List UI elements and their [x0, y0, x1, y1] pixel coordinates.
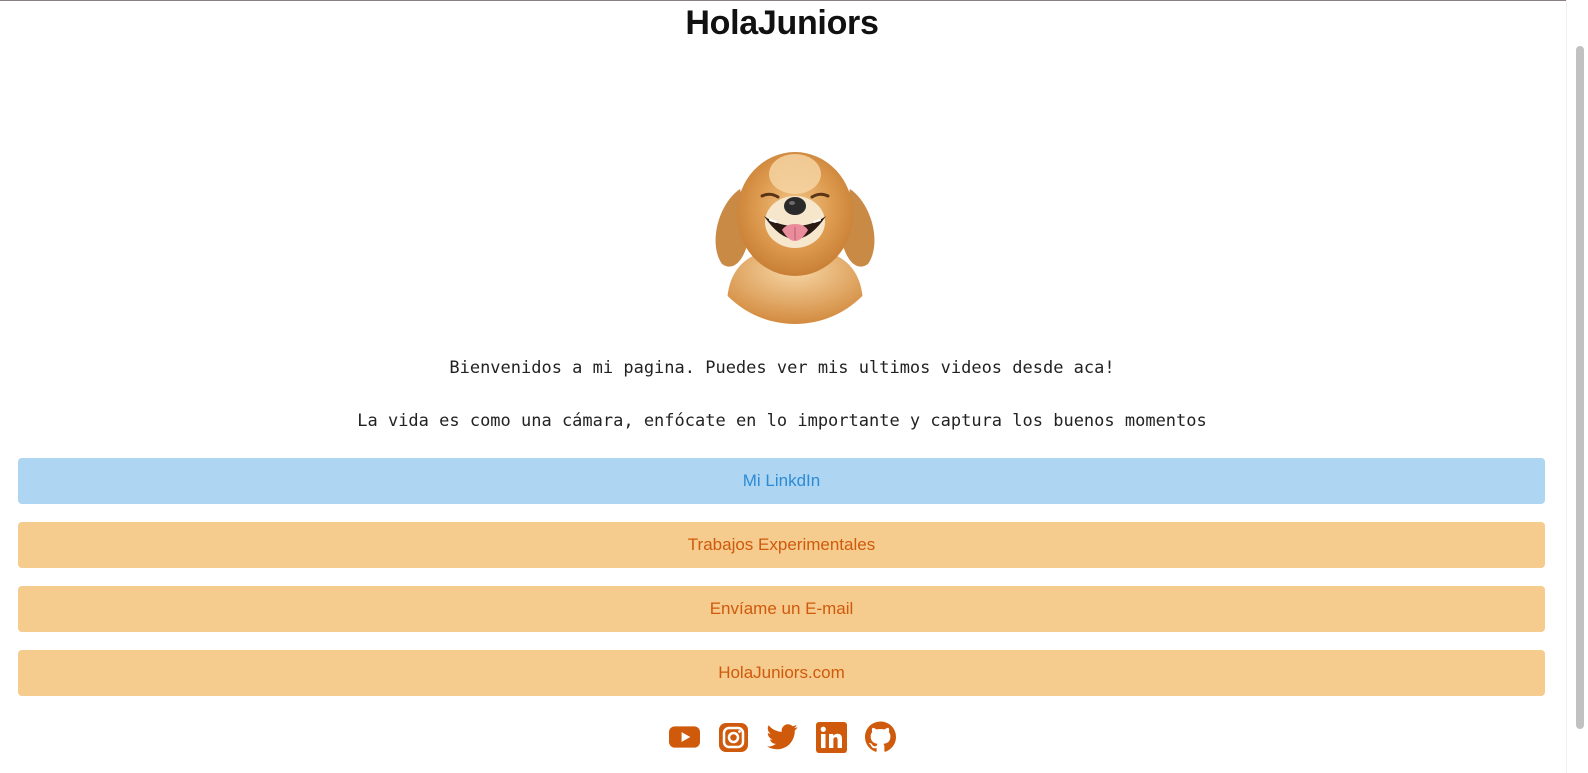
- site-title: HolaJuniors: [685, 4, 879, 42]
- vertical-scrollbar[interactable]: [1566, 0, 1588, 773]
- page-content: HolaJuniors Bienvenidos a mi pagina. Pue…: [0, 0, 1564, 773]
- scrollbar-thumb[interactable]: [1576, 46, 1584, 729]
- bio-quote-text: La vida es como una cámara, enfócate en …: [357, 411, 1207, 431]
- email-link-button[interactable]: Envíame un E-mail: [18, 586, 1545, 632]
- experimental-works-link-button[interactable]: Trabajos Experimentales: [18, 522, 1545, 568]
- social-icons-row: [0, 720, 1564, 756]
- youtube-icon[interactable]: [668, 720, 700, 754]
- linkedin-icon[interactable]: [815, 720, 847, 754]
- dog-avatar-image: [715, 152, 875, 324]
- website-link-button[interactable]: HolaJuniors.com: [18, 650, 1545, 696]
- linkedin-link-button[interactable]: Mi LinkdIn: [18, 458, 1545, 504]
- bio-welcome-text: Bienvenidos a mi pagina. Puedes ver mis …: [449, 358, 1115, 378]
- avatar: [700, 134, 890, 324]
- instagram-icon[interactable]: [718, 720, 749, 754]
- twitter-icon[interactable]: [766, 720, 798, 754]
- github-icon[interactable]: [864, 720, 896, 754]
